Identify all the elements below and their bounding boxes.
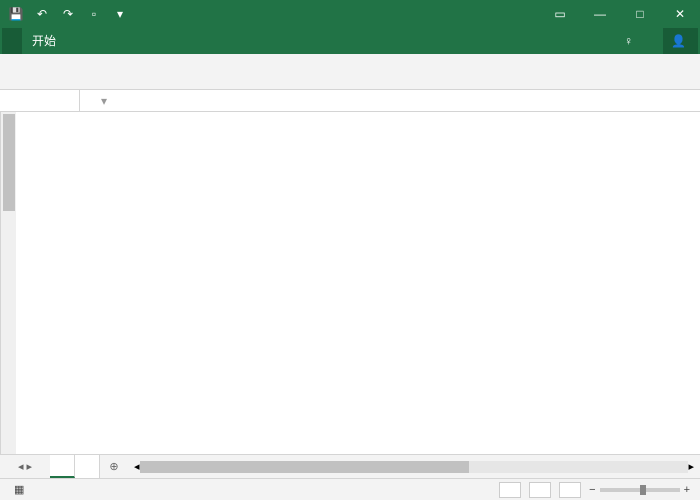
status-indicator-icon: ▦ xyxy=(14,483,24,496)
zoom-control[interactable]: − + xyxy=(589,484,694,496)
zoom-out-icon[interactable]: − xyxy=(589,484,595,496)
collapsed-ribbon xyxy=(0,54,700,90)
zoom-in-icon[interactable]: + xyxy=(684,484,690,496)
page-layout-view-icon[interactable] xyxy=(529,482,551,498)
formula-buttons: ▾ xyxy=(80,94,128,108)
maximize-icon[interactable]: □ xyxy=(620,0,660,28)
add-sheet-icon[interactable]: ⊕ xyxy=(100,455,128,478)
sheet-nav-arrows[interactable]: ◂ ▸ xyxy=(0,455,50,478)
normal-view-icon[interactable] xyxy=(499,482,521,498)
ribbon-options-icon[interactable]: ▭ xyxy=(540,0,580,28)
page-break-view-icon[interactable] xyxy=(559,482,581,498)
title-bar: 💾 ↶ ↷ ▫ ▾ ▭ — □ ✕ xyxy=(0,0,700,28)
signin[interactable] xyxy=(643,28,663,54)
ribbon-tabs: 开始 ♀ 👤 xyxy=(0,28,700,54)
close-icon[interactable]: ✕ xyxy=(660,0,700,28)
minimize-icon[interactable]: — xyxy=(580,0,620,28)
horizontal-scrollbar[interactable]: ◂▸ xyxy=(128,455,700,478)
redo-icon[interactable]: ↷ xyxy=(56,3,80,25)
vertical-scrollbar[interactable] xyxy=(0,112,16,454)
sheet-tab-more[interactable] xyxy=(75,455,100,478)
name-box[interactable] xyxy=(0,90,80,111)
new-file-icon[interactable]: ▫ xyxy=(82,3,106,25)
quick-access-toolbar: 💾 ↶ ↷ ▫ ▾ xyxy=(0,3,136,25)
share-icon: 👤 xyxy=(671,28,686,54)
tell-me[interactable]: ♀ xyxy=(614,28,643,54)
qat-dropdown-icon[interactable]: ▾ xyxy=(108,3,132,25)
sheet-tab-active[interactable] xyxy=(50,455,75,478)
worksheet-grid[interactable] xyxy=(0,112,700,454)
sheet-tab-bar: ◂ ▸ ⊕ ◂▸ xyxy=(0,454,700,478)
tab-开始[interactable]: 开始 xyxy=(22,28,66,54)
status-bar: ▦ − + xyxy=(0,478,700,500)
undo-icon[interactable]: ↶ xyxy=(30,3,54,25)
formula-bar: ▾ xyxy=(0,90,700,112)
save-icon[interactable]: 💾 xyxy=(4,3,28,25)
share-button[interactable]: 👤 xyxy=(663,28,698,54)
tab-file[interactable] xyxy=(2,28,22,54)
